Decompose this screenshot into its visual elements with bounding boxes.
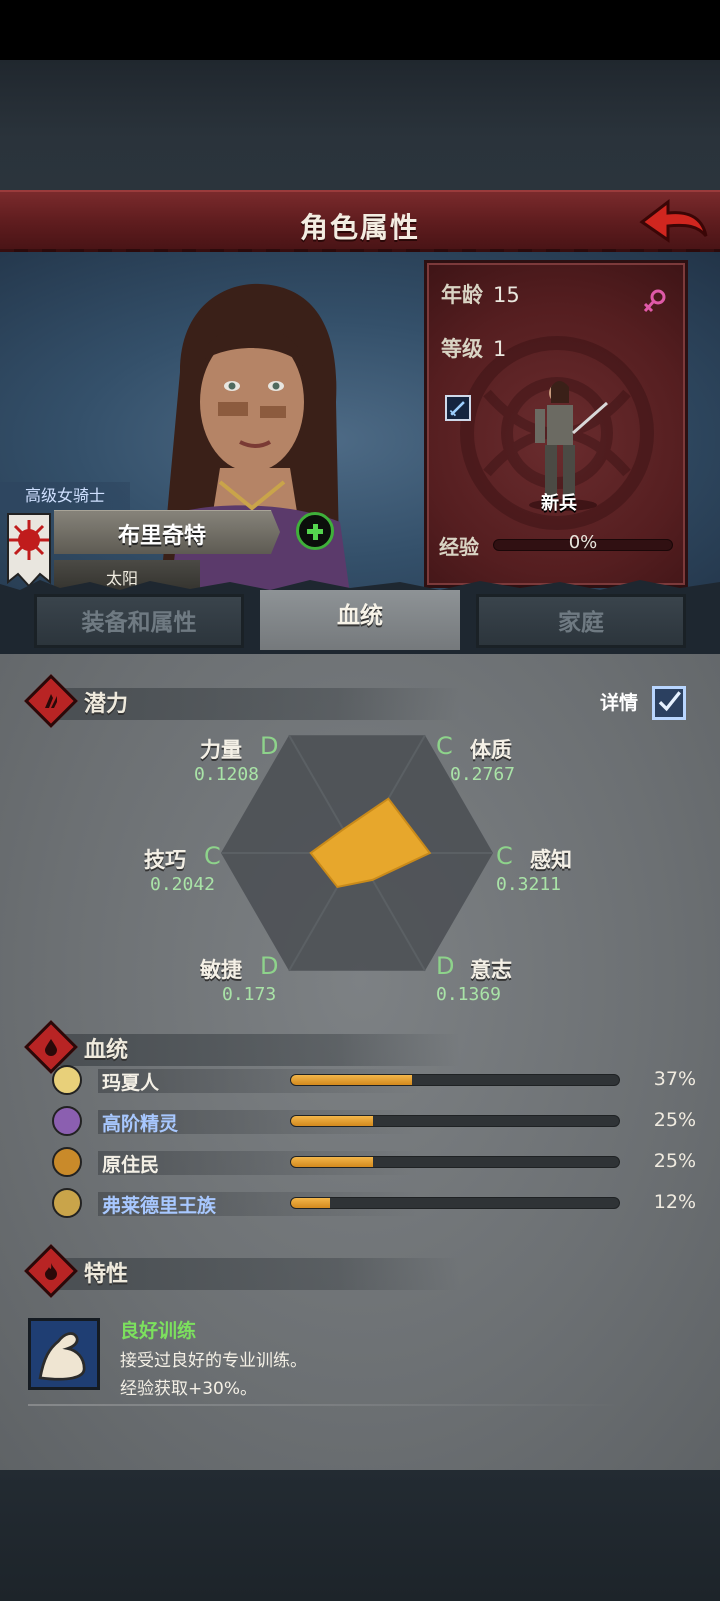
bloodline-percent: 25% [653, 1150, 696, 1172]
stat-value: 0.2767 [450, 764, 516, 785]
female-symbol-icon [643, 289, 666, 313]
add-button[interactable] [296, 512, 334, 550]
bloodline-bar-fill [291, 1157, 373, 1167]
stat-grade: C [496, 842, 513, 870]
stat-name: 意志 [470, 958, 512, 982]
details-checkbox[interactable] [652, 686, 686, 720]
claw-icon [45, 694, 57, 708]
bloodline-bar-fill [291, 1075, 413, 1085]
stat-value: 0.173 [222, 984, 277, 1005]
bloodline-percent: 37% [653, 1068, 696, 1090]
bloodline-row[interactable]: 高阶精灵 25% [46, 1104, 696, 1138]
stat-grade: D [436, 952, 455, 980]
flexed-arm-icon[interactable] [28, 1318, 100, 1390]
bloodline-bar-fill [291, 1116, 373, 1126]
exp-percent: 0% [568, 532, 598, 553]
footer-background [0, 1470, 720, 1601]
race-emblem-icon [52, 1147, 82, 1177]
stat-value: 0.1369 [436, 984, 502, 1005]
stat-name: 力量 [200, 738, 242, 762]
stat-name: 感知 [530, 848, 572, 872]
back-arrow-icon[interactable] [638, 198, 710, 246]
sword-class-icon[interactable] [445, 395, 471, 421]
flame-icon [45, 1263, 57, 1280]
status-bar-area [0, 0, 720, 60]
tab-family[interactable]: 家庭 [476, 594, 686, 648]
potential-header: 潜力 [24, 674, 460, 728]
level-value: 1 [493, 337, 507, 361]
age-row: 年龄 15 [441, 279, 520, 309]
rank-title: 高级女骑士 [0, 482, 130, 510]
trait-divider [28, 1404, 628, 1406]
trait-description-line1: 接受过良好的专业训练。 [120, 1351, 307, 1371]
level-row: 等级 1 [441, 333, 506, 363]
blood-drop-icon [45, 1039, 57, 1056]
bloodline-bar [290, 1074, 620, 1086]
bloodline-row[interactable]: 弗莱德里王族 12% [46, 1186, 696, 1220]
stat-value: 0.2042 [150, 874, 216, 895]
bloodline-percent: 25% [653, 1109, 696, 1131]
header-background [0, 60, 720, 190]
age-label: 年龄 [441, 283, 483, 307]
bloodline-bar [290, 1197, 620, 1209]
details-label: 详情 [600, 692, 639, 714]
bloodline-name: 玛夏人 [102, 1072, 160, 1094]
bloodline-percent: 12% [653, 1191, 696, 1213]
bloodline-name: 高阶精灵 [102, 1113, 179, 1135]
stat-grade: D [260, 732, 279, 760]
traits-header: 特性 [24, 1244, 460, 1298]
bloodline-bar [290, 1156, 620, 1168]
stat-name: 敏捷 [200, 958, 242, 982]
tab-bar: 装备和属性 血统 家庭 [0, 590, 720, 654]
potential-title: 潜力 [84, 692, 129, 717]
race-emblem-icon [52, 1188, 82, 1218]
page-title: 角色属性 [299, 211, 420, 244]
bloodline-bar-fill [291, 1198, 331, 1208]
level-label: 等级 [441, 337, 483, 361]
tab-equipment[interactable]: 装备和属性 [34, 594, 244, 648]
stat-value: 0.1208 [194, 764, 260, 785]
stat-grade: C [436, 732, 453, 760]
age-value: 15 [493, 283, 520, 307]
exp-label: 经验 [439, 535, 479, 559]
stat-value: 0.3211 [496, 874, 562, 895]
stat-grade: D [260, 952, 279, 980]
bloodline-title: 血统 [84, 1038, 129, 1063]
race-emblem-icon [52, 1106, 82, 1136]
trait-name: 良好训练 [120, 1320, 197, 1342]
info-card: 年龄 15 等级 1 新兵 经验 0% [424, 260, 688, 588]
stat-name: 体质 [470, 738, 512, 762]
stat-grade: C [204, 842, 221, 870]
character-name[interactable]: 布里奇特 [54, 518, 270, 550]
race-emblem-icon [52, 1065, 82, 1095]
bloodline-bar [290, 1115, 620, 1127]
traits-title: 特性 [84, 1262, 129, 1287]
tab-bloodline[interactable]: 血统 [260, 590, 460, 650]
bloodline-row[interactable]: 原住民 25% [46, 1145, 696, 1179]
trait-description-line2: 经验获取+30%。 [120, 1379, 258, 1399]
stat-name: 技巧 [144, 848, 186, 872]
title-banner: 角色属性 [0, 190, 720, 257]
class-name: 新兵 [541, 493, 577, 514]
bloodline-name: 弗莱德里王族 [102, 1195, 217, 1217]
bloodline-name: 原住民 [102, 1154, 160, 1176]
bloodline-row[interactable]: 玛夏人 37% [46, 1063, 696, 1097]
